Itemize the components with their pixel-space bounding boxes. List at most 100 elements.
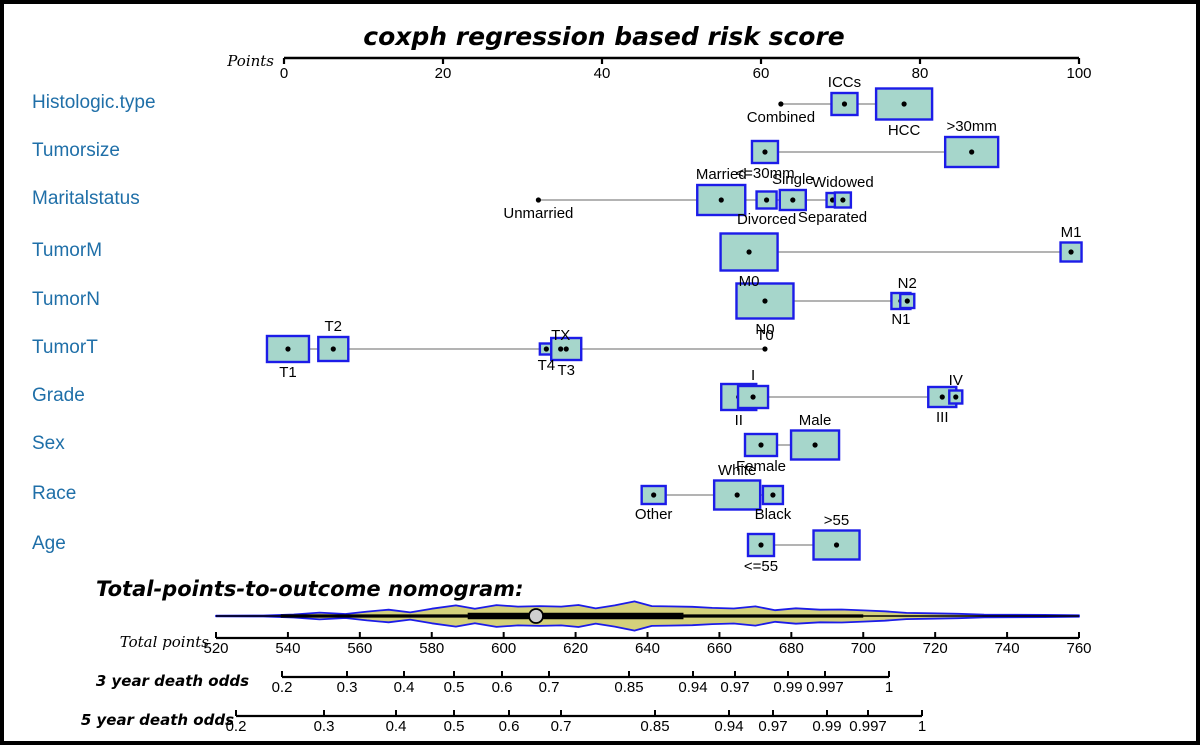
nomogram-level-box	[835, 193, 851, 208]
nomogram-level-box	[757, 192, 777, 209]
total-points-tick-label: 600	[491, 640, 516, 657]
row-label-tumorsize: Tumorsize	[32, 140, 120, 162]
level-label: Unmarried	[503, 205, 573, 222]
nomogram-level-box	[791, 431, 839, 460]
points-tick-label: 40	[594, 65, 611, 82]
odds-3year-tick-label: 0.97	[720, 679, 749, 696]
row-label-sex: Sex	[32, 433, 65, 455]
odds-5year-tick-label: 0.5	[444, 718, 465, 735]
total-points-tick-label: 720	[923, 640, 948, 657]
odds-3year-name: 3 year death odds	[49, 672, 249, 690]
odds-5year-tick-label: 1	[918, 718, 926, 735]
level-label: IV	[949, 372, 963, 389]
level-label: II	[735, 412, 743, 429]
row-label-tumorm: TumorM	[32, 240, 102, 262]
level-label: TX	[551, 327, 570, 344]
odds-5year-tick-label: 0.85	[640, 718, 669, 735]
odds-5year-tick-label: 0.7	[551, 718, 572, 735]
odds-5year-tick-label: 0.94	[714, 718, 743, 735]
row-label-race: Race	[32, 483, 76, 505]
nomogram-level-box	[642, 486, 666, 504]
level-label: Married	[696, 166, 747, 183]
level-label: >30mm	[946, 118, 996, 135]
level-label: N1	[891, 311, 910, 328]
level-label: M0	[739, 273, 760, 290]
row-label-age: Age	[32, 533, 66, 555]
total-points-tick-label: 560	[347, 640, 372, 657]
level-label: I	[751, 367, 755, 384]
total-points-tick-label: 700	[851, 640, 876, 657]
level-label: T3	[557, 362, 575, 379]
nomogram-figure: coxph regression based risk score Points…	[0, 0, 1200, 745]
odds-3year-tick-label: 0.4	[394, 679, 415, 696]
nomogram-level-box	[748, 534, 774, 556]
odds-3year-tick-label: 0.99	[773, 679, 802, 696]
level-label: T2	[325, 318, 343, 335]
points-tick-label: 0	[280, 65, 288, 82]
odds-5year-tick-label: 0.4	[386, 718, 407, 735]
level-label: Male	[799, 412, 832, 429]
row-label-tumort: TumorT	[32, 337, 98, 359]
points-axis-name: Points	[154, 52, 274, 70]
nomogram-level-box	[949, 391, 962, 404]
level-label: Separated	[798, 209, 867, 226]
odds-3year-tick-label: 0.2	[272, 679, 293, 696]
odds-5year-tick-label: 0.3	[314, 718, 335, 735]
odds-5year-name: 5 year death odds	[34, 711, 234, 729]
total-points-axis-name: Total points	[89, 633, 209, 651]
nomogram-level-box	[763, 486, 783, 504]
odds-3year-tick-label: 0.3	[337, 679, 358, 696]
odds-3year-tick-label: 0.997	[806, 679, 844, 696]
level-label: Divorced	[737, 211, 796, 228]
nomogram-level-box	[945, 137, 998, 167]
nomogram-level-box	[318, 337, 348, 361]
nomogram-level-box	[780, 190, 806, 210]
level-label: M1	[1061, 224, 1082, 241]
level-label: Combined	[747, 109, 815, 126]
nomogram-level-box	[752, 141, 778, 163]
level-label: Single	[772, 171, 814, 188]
total-points-tick-label: 680	[779, 640, 804, 657]
median-marker	[529, 609, 543, 623]
points-tick-label: 80	[912, 65, 929, 82]
nomogram-level-box	[745, 434, 777, 456]
points-tick-label: 60	[753, 65, 770, 82]
nomogram-level-box	[267, 336, 309, 362]
total-points-tick-label: 620	[563, 640, 588, 657]
level-label: >55	[824, 512, 849, 529]
level-label: ICCs	[828, 74, 861, 91]
nomogram-level-box	[814, 531, 860, 560]
odds-3year-tick-label: 0.5	[444, 679, 465, 696]
level-label: T1	[279, 364, 297, 381]
level-label: T0	[756, 327, 774, 344]
level-label: T4	[538, 357, 556, 374]
total-points-tick-label: 660	[707, 640, 732, 657]
nomogram-level-box	[876, 89, 932, 120]
total-points-tick-label: 580	[419, 640, 444, 657]
odds-5year-tick-label: 0.6	[499, 718, 520, 735]
level-label: Widowed	[812, 174, 874, 191]
section-title: Total-points-to-outcome nomogram:	[96, 577, 523, 601]
odds-5year-tick-label: 0.2	[226, 718, 247, 735]
odds-3year-tick-label: 0.94	[678, 679, 707, 696]
odds-5year-tick-label: 0.99	[812, 718, 841, 735]
total-points-tick-label: 760	[1066, 640, 1091, 657]
row-label-tumorn: TumorN	[32, 289, 100, 311]
points-tick-label: 20	[435, 65, 452, 82]
nomogram-stage: coxph regression based risk score Points…	[4, 4, 1200, 749]
total-points-tick-label: 740	[995, 640, 1020, 657]
level-label: <=55	[744, 558, 778, 575]
row-label-maritalstatus: Maritalstatus	[32, 188, 140, 210]
nomogram-level-box	[738, 386, 768, 408]
odds-5year-tick-label: 0.97	[758, 718, 787, 735]
level-label: Black	[755, 506, 792, 523]
points-tick-label: 100	[1066, 65, 1091, 82]
level-label: Other	[635, 506, 673, 523]
total-points-tick-label: 520	[203, 640, 228, 657]
row-label-grade: Grade	[32, 385, 85, 407]
level-label: HCC	[888, 122, 921, 139]
level-label: White	[718, 462, 756, 479]
odds-3year-tick-label: 0.85	[614, 679, 643, 696]
level-label: N2	[898, 275, 917, 292]
total-points-tick-label: 540	[275, 640, 300, 657]
